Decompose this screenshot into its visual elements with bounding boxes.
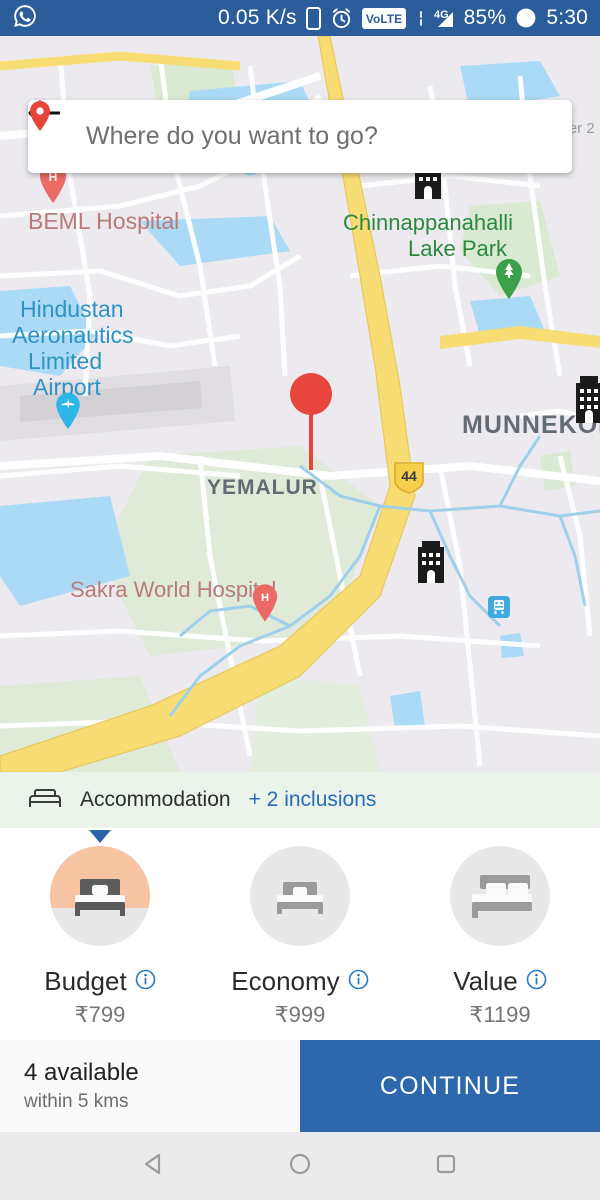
budget-icon-circle[interactable] (50, 846, 150, 946)
value-icon-circle[interactable] (450, 846, 550, 946)
svg-text:H: H (261, 592, 269, 604)
search-bar[interactable]: Where do you want to go? (28, 100, 572, 173)
svg-text:VoLTE: VoLTE (366, 12, 402, 26)
economy-price: ₹999 (274, 1002, 326, 1027)
double-bed-icon (472, 875, 532, 918)
map-label-beml-hospital: BEML Hospital (28, 208, 180, 234)
available-count: 4 available (24, 1059, 139, 1086)
available-range: within 5 kms (24, 1091, 129, 1112)
volte-icon: VoLTE (361, 7, 406, 29)
economy-icon-circle[interactable] (250, 846, 350, 946)
nav-back-triangle-icon[interactable] (141, 1151, 167, 1182)
option-value[interactable]: Value ₹1199 (400, 828, 600, 1040)
battery-circle-icon (515, 7, 537, 29)
alarm-clock-icon (330, 7, 353, 30)
clock-time: 5:30 (546, 6, 588, 29)
info-circle-icon[interactable] (526, 969, 547, 995)
inclusion-label: Accommodation (80, 788, 231, 811)
signal-4g-icon: 4G (415, 6, 455, 31)
app-screen: 0.05 K/s VoLTE 4G 85% 5:30 BEML Hospital… (0, 0, 600, 1200)
value-label: Value (453, 966, 518, 996)
network-speed: 0.05 K/s (218, 6, 297, 29)
map-label-hal-line3: Limited (28, 348, 103, 374)
map-label-lakepark-line1: Chinnappanahalli (343, 210, 514, 235)
single-bed-icon (277, 882, 323, 914)
continue-button[interactable]: CONTINUE (300, 1040, 600, 1132)
option-budget[interactable]: Budget ₹799 (0, 828, 200, 1040)
selected-indicator-caret (89, 830, 111, 843)
bed-icon (28, 786, 62, 815)
highway-shield-label: 44 (401, 468, 417, 484)
option-economy[interactable]: Economy ₹999 (200, 828, 400, 1040)
map-label-lakepark-line2: Lake Park (408, 236, 508, 261)
inclusion-bar[interactable]: Accommodation + 2 inclusions (0, 772, 600, 828)
android-nav-bar (0, 1132, 600, 1200)
info-circle-icon[interactable] (135, 969, 156, 995)
single-bed-icon (75, 879, 125, 916)
budget-price: ₹799 (74, 1002, 126, 1027)
budget-label: Budget (44, 966, 127, 996)
whatsapp-icon (12, 3, 38, 34)
info-circle-icon[interactable] (348, 969, 369, 995)
availability-info: 4 available within 5 kms (0, 1040, 300, 1132)
nav-home-circle-icon[interactable] (287, 1151, 313, 1182)
status-bar: 0.05 K/s VoLTE 4G 85% 5:30 (0, 0, 600, 36)
inclusion-link[interactable]: + 2 inclusions (249, 788, 377, 812)
footer-bar: 4 available within 5 kms CONTINUE (0, 1040, 600, 1132)
map-label-yemalur: YEMALUR (207, 476, 318, 499)
value-price: ₹1199 (469, 1002, 531, 1027)
map-label-sakra-hospital: Sakra World Hospital (70, 577, 277, 602)
sim-card-icon (305, 6, 321, 30)
room-type-options: Budget ₹799 Economy ₹999 Value ₹1199 (0, 828, 600, 1040)
map-label-hal-line1: Hindustan (20, 296, 124, 322)
map-canvas[interactable]: BEML Hospital Hindustan Aeronautics Limi… (0, 36, 600, 772)
search-input[interactable]: Where do you want to go? (86, 122, 378, 151)
nav-recents-square-icon[interactable] (433, 1151, 459, 1182)
map-label-hal-line2: Aeronautics (12, 322, 134, 348)
economy-label: Economy (231, 966, 340, 996)
battery-percent: 85% (463, 6, 507, 29)
